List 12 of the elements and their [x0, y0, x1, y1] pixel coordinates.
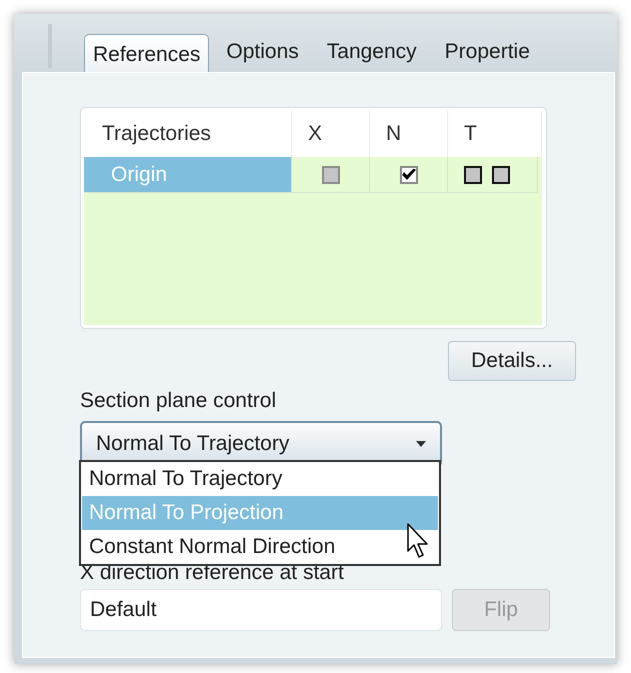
details-button[interactable]: Details...	[448, 341, 576, 381]
dropdown-option[interactable]: Constant Normal Direction	[82, 530, 438, 564]
input-field[interactable]: Default	[80, 589, 442, 631]
checkbox[interactable]	[492, 166, 510, 184]
tab[interactable]: Tangency	[316, 29, 428, 72]
checkbox[interactable]	[400, 166, 418, 184]
checkbox[interactable]	[464, 166, 482, 184]
tab[interactable]: Propertie	[434, 29, 541, 72]
field-label: Section plane control	[80, 389, 278, 414]
caret-icon	[416, 441, 426, 447]
tab[interactable]: References	[84, 34, 210, 72]
tab[interactable]: Options	[215, 29, 310, 72]
